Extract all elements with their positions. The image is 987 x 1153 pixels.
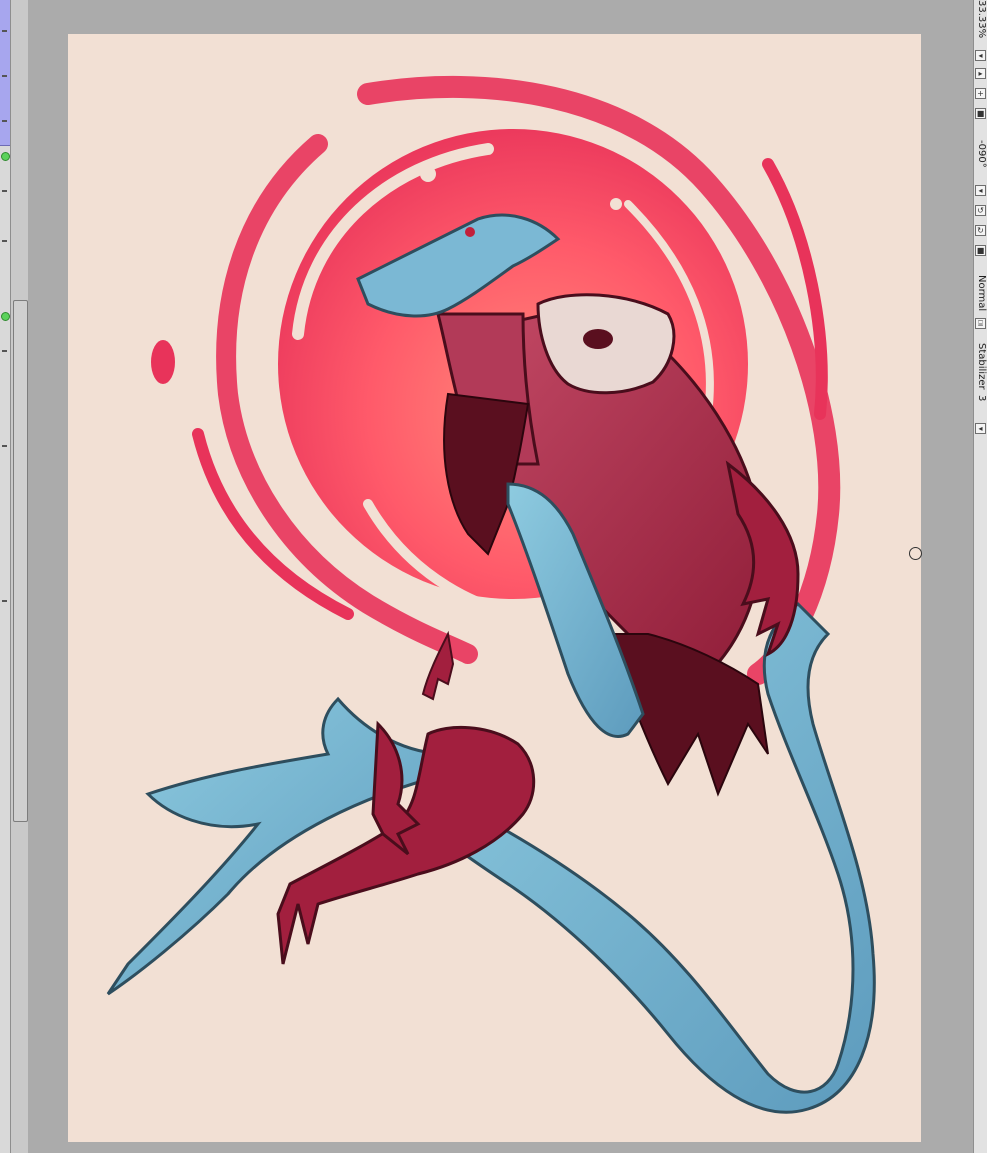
active-panel-tab[interactable] — [0, 0, 10, 146]
zoom-out-icon[interactable]: ◂ — [975, 50, 986, 61]
zoom-in-icon[interactable]: + — [975, 88, 986, 99]
panel-tick — [2, 120, 7, 122]
panel-tick — [2, 600, 7, 602]
rotation-angle: -090° — [976, 140, 987, 168]
left-tool-panel — [0, 0, 11, 1153]
panel-tick — [2, 350, 7, 352]
navigator-panel: 33.33% ◂ ▸ + ■ -090° ◂ ↺ ↻ ■ Normal ⌸ St… — [973, 0, 987, 1153]
panel-tick — [2, 190, 7, 192]
canvas[interactable] — [68, 34, 921, 1142]
layer-scrollbar-thumb[interactable] — [13, 300, 28, 822]
stabilizer-decrease-icon[interactable]: ◂ — [975, 423, 986, 434]
panel-tick — [2, 75, 7, 77]
layer-visible-icon[interactable] — [1, 152, 10, 161]
stabilizer-icon[interactable]: ⌸ — [975, 318, 986, 329]
stabilizer-label: Stabilizer — [976, 343, 987, 390]
blend-mode[interactable]: Normal — [975, 275, 987, 311]
panel-tick — [2, 240, 7, 242]
reset-icon[interactable]: ■ — [975, 245, 986, 256]
rotate-right-icon[interactable]: ↻ — [975, 225, 986, 236]
brush-cursor-icon — [909, 547, 922, 560]
layer-visible-icon[interactable] — [1, 312, 10, 321]
artwork-dragon — [106, 75, 876, 1114]
panel-tick — [2, 445, 7, 447]
zoom-in-icon[interactable]: ▸ — [975, 68, 986, 79]
panel-tick — [2, 30, 7, 32]
zoom-level: 33.33% — [976, 0, 987, 39]
stabilizer-value[interactable]: 3 — [975, 395, 987, 401]
rotate-left-icon[interactable]: ◂ — [975, 185, 986, 196]
rotate-left-icon[interactable]: ↺ — [975, 205, 986, 216]
fit-icon[interactable]: ■ — [975, 108, 986, 119]
